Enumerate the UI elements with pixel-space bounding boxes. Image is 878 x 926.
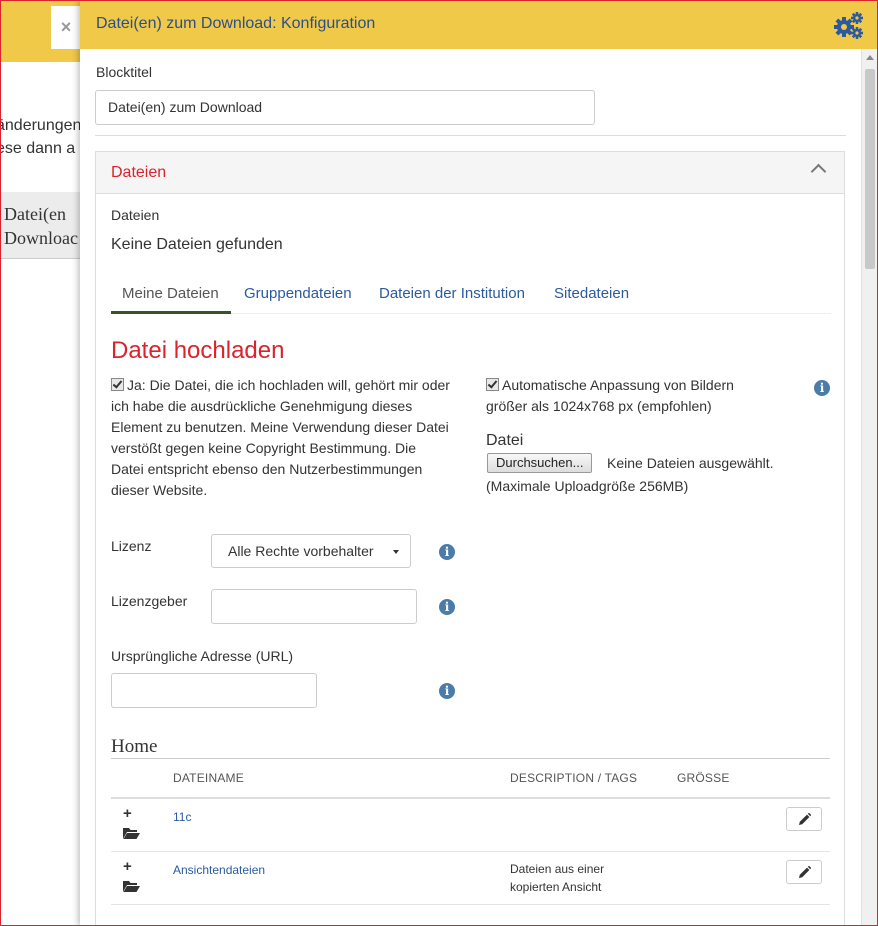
plus-icon[interactable]: + <box>123 858 132 875</box>
agreement-label: Ja: Die Datei, die ich hochladen will, g… <box>111 377 450 498</box>
row-divider <box>111 904 830 905</box>
info-icon[interactable]: i <box>439 544 455 560</box>
folder-open-icon <box>123 881 140 892</box>
block-title-input[interactable]: Datei(en) zum Download <box>95 90 595 125</box>
original-url-input[interactable] <box>111 673 317 708</box>
block-title-label: Blocktitel <box>96 64 153 80</box>
plus-icon[interactable]: + <box>123 805 132 822</box>
original-url-label: Ursprüngliche Adresse (URL) <box>111 648 294 664</box>
chevron-up-icon[interactable] <box>810 163 827 180</box>
pencil-icon <box>799 813 811 825</box>
tabs-divider <box>231 313 831 314</box>
file-label: Datei <box>486 432 524 449</box>
no-files-text: Keine Dateien gefunden <box>111 236 283 253</box>
pencil-icon <box>799 866 811 878</box>
folder-title: Home <box>111 736 158 757</box>
scrollbar[interactable] <box>861 49 878 926</box>
close-button[interactable]: × <box>51 6 81 49</box>
background-header: × <box>0 0 81 62</box>
max-upload-size: (Maximale Uploadgröße 256MB) <box>486 478 689 494</box>
licensor-input[interactable] <box>211 589 417 624</box>
browse-button[interactable]: Durchsuchen... <box>487 453 593 473</box>
resize-label: Automatische Anpassung von Bildern größe… <box>486 377 734 414</box>
no-file-selected-text: Keine Dateien ausgewählt. <box>607 455 774 471</box>
panel-title: Datei(en) zum Download: Konfiguration <box>96 15 376 32</box>
column-header-filename[interactable]: DATEINAME <box>173 771 244 785</box>
files-section-title: Dateien <box>111 164 167 181</box>
panel-content: Blocktitel Datei(en) zum Download Dateie… <box>80 49 861 926</box>
folder-open-icon <box>123 828 140 839</box>
background-content: änderungen ese dann a Datei(en Downloac <box>0 62 80 926</box>
divider <box>95 135 846 136</box>
tab-meine-dateien[interactable]: Meine Dateien <box>122 285 219 302</box>
info-icon[interactable]: i <box>814 380 830 396</box>
file-link[interactable]: Ansichtendateien <box>173 863 265 877</box>
resize-option: Automatische Anpassung von Bildern größe… <box>486 375 766 417</box>
background-block: Datei(en Downloac <box>0 192 80 259</box>
scrollbar-thumb[interactable] <box>865 69 875 269</box>
folder-divider <box>111 758 830 759</box>
files-section: Dateien Dateien Keine Dateien gefunden M… <box>95 151 845 926</box>
resize-checkbox[interactable] <box>486 378 499 391</box>
background-block-title: Datei(en <box>4 204 66 224</box>
config-panel: Datei(en) zum Download: Konfiguration Bl… <box>80 0 878 926</box>
caret-down-icon <box>393 550 399 554</box>
agreement-text: Ja: Die Datei, die ich hochladen will, g… <box>111 375 451 501</box>
gears-icon[interactable] <box>832 10 864 40</box>
table-header-divider <box>111 797 830 799</box>
background-block-title: Downloac <box>4 228 78 248</box>
column-header-size: GRÖSSE <box>677 771 730 785</box>
license-select[interactable]: Alle Rechte vorbehalter <box>211 534 411 568</box>
tab-sitedateien[interactable]: Sitedateien <box>554 285 629 302</box>
files-label: Dateien <box>111 207 160 223</box>
license-select-value: Alle Rechte vorbehalter <box>228 543 374 559</box>
tab-dateien-der-institution[interactable]: Dateien der Institution <box>379 285 525 302</box>
files-section-header[interactable]: Dateien <box>96 152 844 194</box>
active-tab-indicator <box>111 311 231 314</box>
panel-header: Datei(en) zum Download: Konfiguration <box>80 0 878 49</box>
background-text-line: änderungen <box>0 117 80 134</box>
tab-gruppendateien[interactable]: Gruppendateien <box>244 285 352 302</box>
licensor-label: Lizenzgeber <box>111 593 188 609</box>
upload-heading: Datei hochladen <box>111 337 285 364</box>
file-link[interactable]: 11c <box>173 810 191 824</box>
row-divider <box>111 851 830 852</box>
agreement-checkbox[interactable] <box>111 378 124 391</box>
background-text-line: ese dann a <box>0 140 76 157</box>
info-icon[interactable]: i <box>439 683 455 699</box>
license-label: Lizenz <box>111 538 152 554</box>
column-header-description: DESCRIPTION / TAGS <box>510 771 638 785</box>
edit-button[interactable] <box>786 807 822 831</box>
edit-button[interactable] <box>786 860 822 884</box>
scroll-up-arrow-icon[interactable] <box>866 55 874 60</box>
info-icon[interactable]: i <box>439 599 455 615</box>
file-description: Dateien aus einer kopierten Ansicht <box>510 862 605 894</box>
